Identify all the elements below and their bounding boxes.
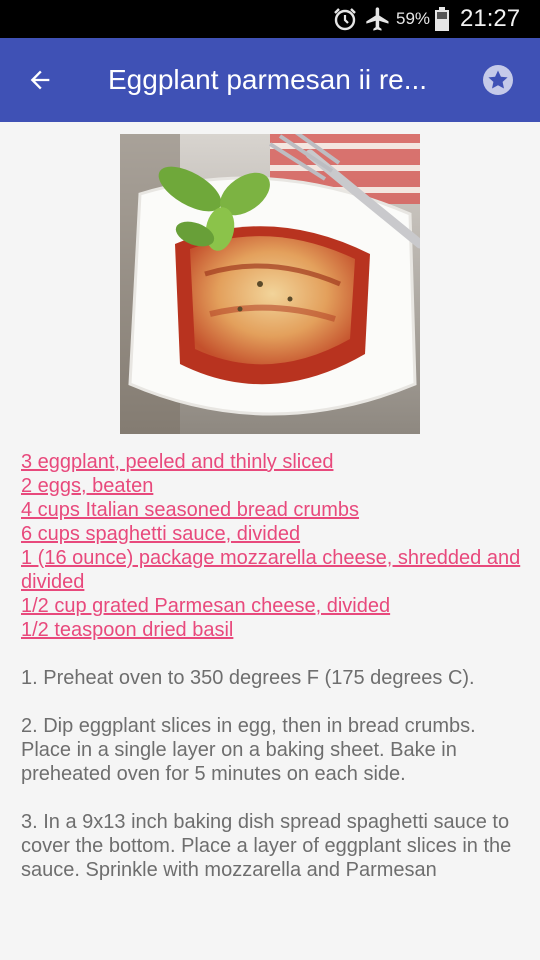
app-bar: Eggplant parmesan ii re... [0,38,540,122]
ingredient-link[interactable]: 2 eggs, beaten [21,474,526,498]
ingredient-item: 1/2 teaspoon dried basil [21,618,526,642]
favorite-button[interactable] [476,58,520,102]
battery-icon [434,0,452,38]
direction-step: 2. Dip eggplant slices in egg, then in b… [21,715,476,785]
recipe-photo [120,134,420,434]
ingredient-item: 1/2 cup grated Parmesan cheese, divided [21,594,526,618]
battery-percent: 59% [396,9,431,28]
star-icon [483,65,513,95]
ingredient-item: 4 cups Italian seasoned bread crumbs [21,498,526,522]
directions: 1. Preheat oven to 350 degrees F (175 de… [21,666,531,906]
ingredient-link[interactable]: 1/2 cup grated Parmesan cheese, divided [21,594,526,618]
direction-step: 3. In a 9x13 inch baking dish spread spa… [21,811,512,881]
ingredient-link[interactable]: 1 (16 ounce) package mozzarella cheese, … [21,546,526,594]
ingredient-item: 2 eggs, beaten [21,474,526,498]
ingredient-link[interactable]: 6 cups spaghetti sauce, divided [21,522,526,546]
ingredient-item: 6 cups spaghetti sauce, divided [21,522,526,546]
ingredient-link[interactable]: 1/2 teaspoon dried basil [21,618,526,642]
direction-step: 1. Preheat oven to 350 degrees F (175 de… [21,667,475,689]
ingredient-list: 3 eggplant, peeled and thinly sliced 2 e… [21,450,526,642]
status-bar: 59% 21:27 [0,0,540,38]
ingredient-item: 3 eggplant, peeled and thinly sliced [21,450,526,474]
arrow-back-icon [30,70,50,90]
page-title: Eggplant parmesan ii re... [108,64,428,95]
airplane-mode-icon [364,0,394,38]
back-button[interactable] [18,58,62,102]
ingredient-link[interactable]: 4 cups Italian seasoned bread crumbs [21,498,526,522]
clock: 21:27 [460,5,521,32]
ingredient-item: 1 (16 ounce) package mozzarella cheese, … [21,546,526,594]
ingredient-link[interactable]: 3 eggplant, peeled and thinly sliced [21,450,526,474]
recipe-content[interactable]: 3 eggplant, peeled and thinly sliced 2 e… [0,122,540,960]
alarm-icon [331,0,361,38]
